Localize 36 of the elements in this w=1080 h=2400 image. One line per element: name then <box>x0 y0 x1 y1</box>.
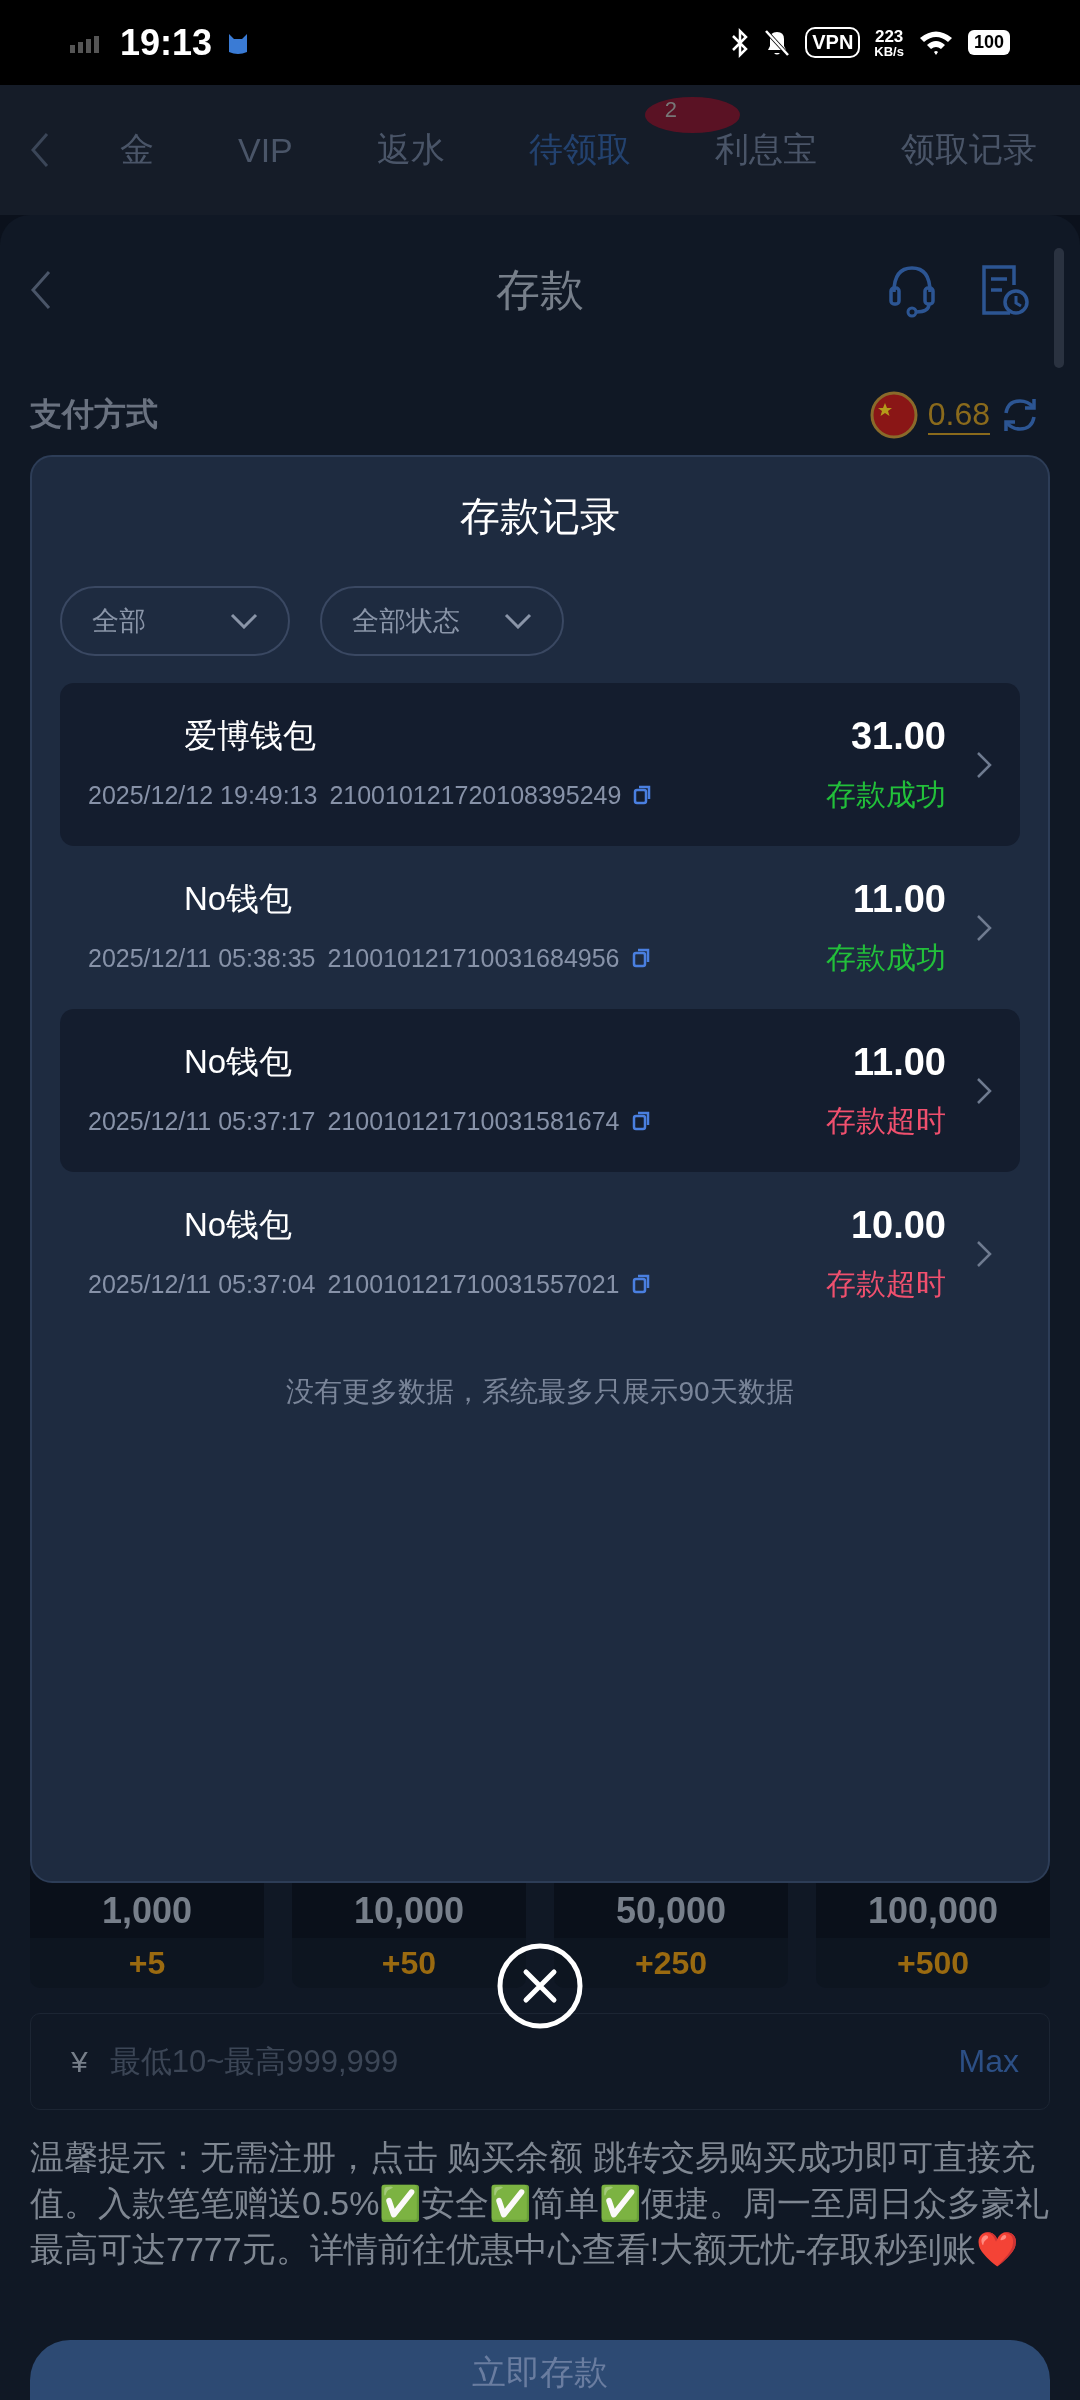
copy-icon[interactable] <box>631 1111 650 1131</box>
speed-unit: KB/s <box>874 44 904 58</box>
filter-dropdown[interactable]: 全部 <box>60 586 290 656</box>
muted-bell-icon <box>763 27 792 58</box>
back-icon[interactable] <box>30 132 50 168</box>
record-row[interactable]: No钱包 10.00 2025/12/11 05:37:04 210010121710031557021 存款超时 <box>60 1172 1020 1335</box>
back-icon[interactable] <box>30 270 52 310</box>
modal-title: 存款记录 <box>459 493 621 540</box>
record-row[interactable]: 爱博钱包 31.00 2025/12/12 19:49:13 210010121720108395249 存款成功 <box>60 683 1020 846</box>
history-icon[interactable] <box>980 263 1030 317</box>
network-speed: 223 <box>874 27 904 45</box>
flag-icon <box>869 391 918 439</box>
chevron-icon <box>976 913 992 942</box>
count-badge: 2 <box>644 97 740 133</box>
tip-text: 温馨提示：无需注册，点击 购买余额 跳转交易购买成功即可直接充值。入款笔笔赠送0.5%✅安全✅简单✅便捷。周一至周日众多豪礼最高可达7777元。详情前往优惠中心查看!大额无忧-存取秒到账❤ <box>30 2137 1050 2270</box>
copy-icon[interactable] <box>633 785 652 805</box>
clock-time: 19:13 <box>120 21 213 64</box>
battery-indicator: 100 <box>967 30 1010 55</box>
bluetooth-icon <box>731 27 750 58</box>
close-icon[interactable] <box>497 1943 583 2029</box>
page-title: 存款 <box>496 263 584 316</box>
chevron-icon <box>976 1076 992 1105</box>
record-row[interactable]: No钱包 11.00 2025/12/11 05:37:17 210010121710031581674 存款超时 <box>60 1009 1020 1172</box>
scrollbar[interactable] <box>1054 248 1064 368</box>
chevron-icon <box>976 1239 992 1268</box>
section-label: 支付方式 <box>30 395 158 434</box>
chevron-down-icon <box>504 613 532 629</box>
record-row[interactable]: No钱包 11.00 2025/12/11 05:38:35 210010121710031684956 存款成功 <box>60 846 1020 1009</box>
chevron-icon <box>976 750 992 779</box>
balance-amount: 0.68 <box>927 395 990 435</box>
chevron-down-icon <box>230 613 258 629</box>
copy-icon[interactable] <box>631 1274 650 1294</box>
vpn-indicator: VPN <box>805 27 861 58</box>
filter-dropdown[interactable]: 全部状态 <box>320 586 564 656</box>
copy-icon[interactable] <box>631 948 650 968</box>
end-of-list-note: 没有更多数据，系统最多只展示90天数据 <box>285 1375 795 1409</box>
